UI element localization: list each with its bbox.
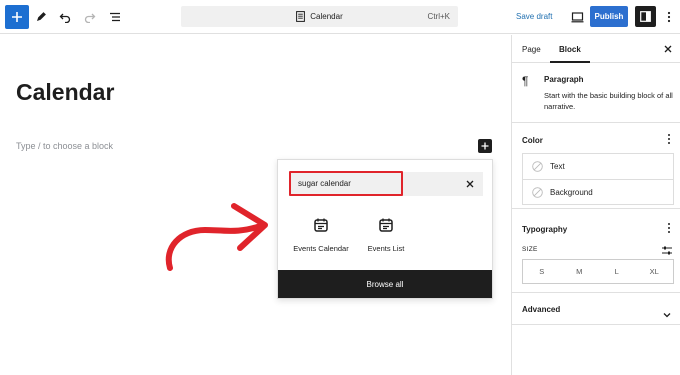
browse-all-button[interactable]: Browse all [278, 270, 492, 298]
more-vertical-icon [668, 223, 670, 233]
typography-panel-title: Typography [522, 225, 568, 234]
color-settings-list: Text Background [522, 153, 674, 205]
document-overview-button[interactable] [103, 5, 127, 29]
pointer-arrow-icon [165, 203, 268, 271]
list-view-icon [110, 12, 120, 22]
block-result-label: Events List [367, 244, 405, 253]
settings-toggle-button[interactable] [635, 6, 656, 27]
pencil-icon [37, 12, 46, 21]
document-icon [296, 11, 306, 22]
command-palette-bar[interactable]: Calendar Ctrl+K [181, 6, 458, 27]
block-result-label: Events Calendar [293, 244, 349, 253]
text-color-label: Text [550, 162, 565, 171]
typography-options-button[interactable] [667, 222, 671, 234]
sidebar-tabs: Page Block [512, 35, 680, 63]
redo-icon [84, 13, 96, 23]
block-placeholder[interactable]: Type / to choose a block [16, 141, 113, 151]
color-panel: Color Text Background [512, 123, 680, 209]
color-options-button[interactable] [667, 133, 671, 145]
settings-sidebar: Page Block ¶ Paragraph Start with the ba… [511, 35, 680, 375]
background-color-option[interactable]: Background [523, 179, 673, 204]
post-title[interactable]: Calendar [16, 79, 114, 106]
document-title: Calendar [310, 12, 343, 21]
block-result-events-calendar[interactable]: Events Calendar [286, 218, 356, 256]
settings-sliders-icon [662, 246, 672, 255]
background-color-label: Background [550, 187, 593, 197]
inline-add-block-button[interactable] [478, 139, 492, 153]
preview-button[interactable] [565, 5, 589, 29]
chevron-down-icon [663, 305, 671, 323]
redo-button[interactable] [78, 5, 102, 29]
size-option-l[interactable]: L [598, 260, 636, 283]
block-card: ¶ Paragraph Start with the basic buildin… [512, 63, 680, 123]
save-draft-button[interactable]: Save draft [516, 12, 552, 21]
block-result-events-list[interactable]: Events List [351, 218, 421, 256]
close-icon [664, 45, 672, 53]
tab-block[interactable]: Block [559, 45, 581, 54]
font-size-toggle-group: S M L XL [522, 259, 674, 284]
undo-button[interactable] [53, 5, 77, 29]
advanced-panel-title: Advanced [522, 305, 561, 314]
empty-swatch-icon [532, 161, 543, 172]
advanced-panel[interactable]: Advanced [512, 293, 680, 325]
search-highlight-annotation [289, 171, 403, 196]
more-vertical-icon [667, 11, 671, 23]
paragraph-icon: ¶ [522, 74, 529, 88]
tab-page[interactable]: Page [522, 45, 541, 54]
size-option-xl[interactable]: XL [636, 260, 674, 283]
plus-icon [12, 12, 22, 22]
clear-search-button[interactable] [464, 178, 476, 190]
top-toolbar: Calendar Ctrl+K Save draft Publish [0, 0, 680, 34]
block-description: Start with the basic building block of a… [544, 91, 673, 111]
font-size-label: SIZE [522, 246, 538, 253]
size-option-m[interactable]: M [561, 260, 599, 283]
empty-swatch-icon [532, 186, 543, 198]
size-option-s[interactable]: S [523, 260, 561, 283]
color-panel-title: Color [522, 136, 543, 145]
calendar-icon [379, 218, 393, 232]
shortcut-hint: Ctrl+K [427, 12, 450, 21]
custom-size-button[interactable] [662, 242, 672, 260]
tools-button[interactable] [29, 5, 53, 29]
sidebar-icon [640, 11, 651, 22]
more-vertical-icon [668, 134, 670, 144]
options-menu-button[interactable] [657, 5, 680, 29]
publish-button[interactable]: Publish [590, 6, 628, 27]
typography-panel: Typography SIZE S M L XL [512, 209, 680, 293]
close-icon [466, 180, 474, 188]
text-color-option[interactable]: Text [523, 154, 673, 179]
undo-icon [59, 13, 71, 23]
block-title: Paragraph [544, 75, 584, 84]
add-block-button[interactable] [5, 5, 29, 29]
close-sidebar-button[interactable] [663, 44, 673, 54]
calendar-icon [314, 218, 328, 232]
plus-icon [481, 142, 489, 150]
desktop-icon [571, 11, 583, 22]
